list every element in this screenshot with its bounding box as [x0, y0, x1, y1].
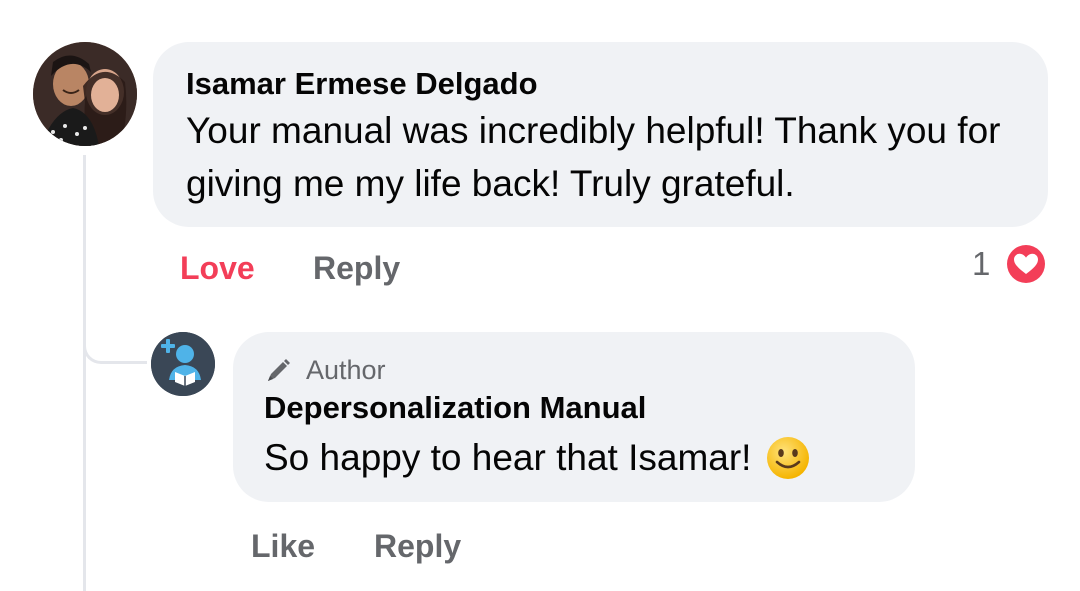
reply-bubble: Author Depersonalization Manual So happy…: [233, 332, 915, 502]
thread-connector: [83, 318, 147, 364]
pen-icon: [268, 359, 290, 381]
comment-text: Your manual was incredibly helpful! Than…: [186, 110, 1001, 204]
like-button[interactable]: Like: [251, 526, 315, 566]
page-logo-avatar-icon: [151, 332, 215, 396]
heart-icon[interactable]: [1003, 241, 1049, 287]
author-badge: Author: [264, 352, 884, 388]
avatar[interactable]: [151, 332, 215, 396]
love-reaction-button[interactable]: Love: [180, 248, 255, 288]
reply-text: So happy to hear that Isamar!: [264, 428, 884, 488]
comment-author-name[interactable]: Isamar Ermese Delgado: [186, 64, 1015, 104]
author-badge-label: Author: [306, 355, 386, 385]
reply-button[interactable]: Reply: [374, 526, 461, 566]
comment-bubble: Isamar Ermese Delgado Your manual was in…: [153, 42, 1048, 227]
thread-line: [83, 155, 86, 591]
user-photo-avatar-icon: [33, 42, 137, 146]
reply-button[interactable]: Reply: [313, 248, 400, 288]
avatar[interactable]: [33, 42, 137, 146]
smile-icon: [767, 437, 810, 479]
reply-author-name[interactable]: Depersonalization Manual: [264, 388, 884, 428]
reaction-count[interactable]: 1: [972, 244, 990, 284]
reply-text-body: So happy to hear that Isamar!: [264, 437, 752, 478]
